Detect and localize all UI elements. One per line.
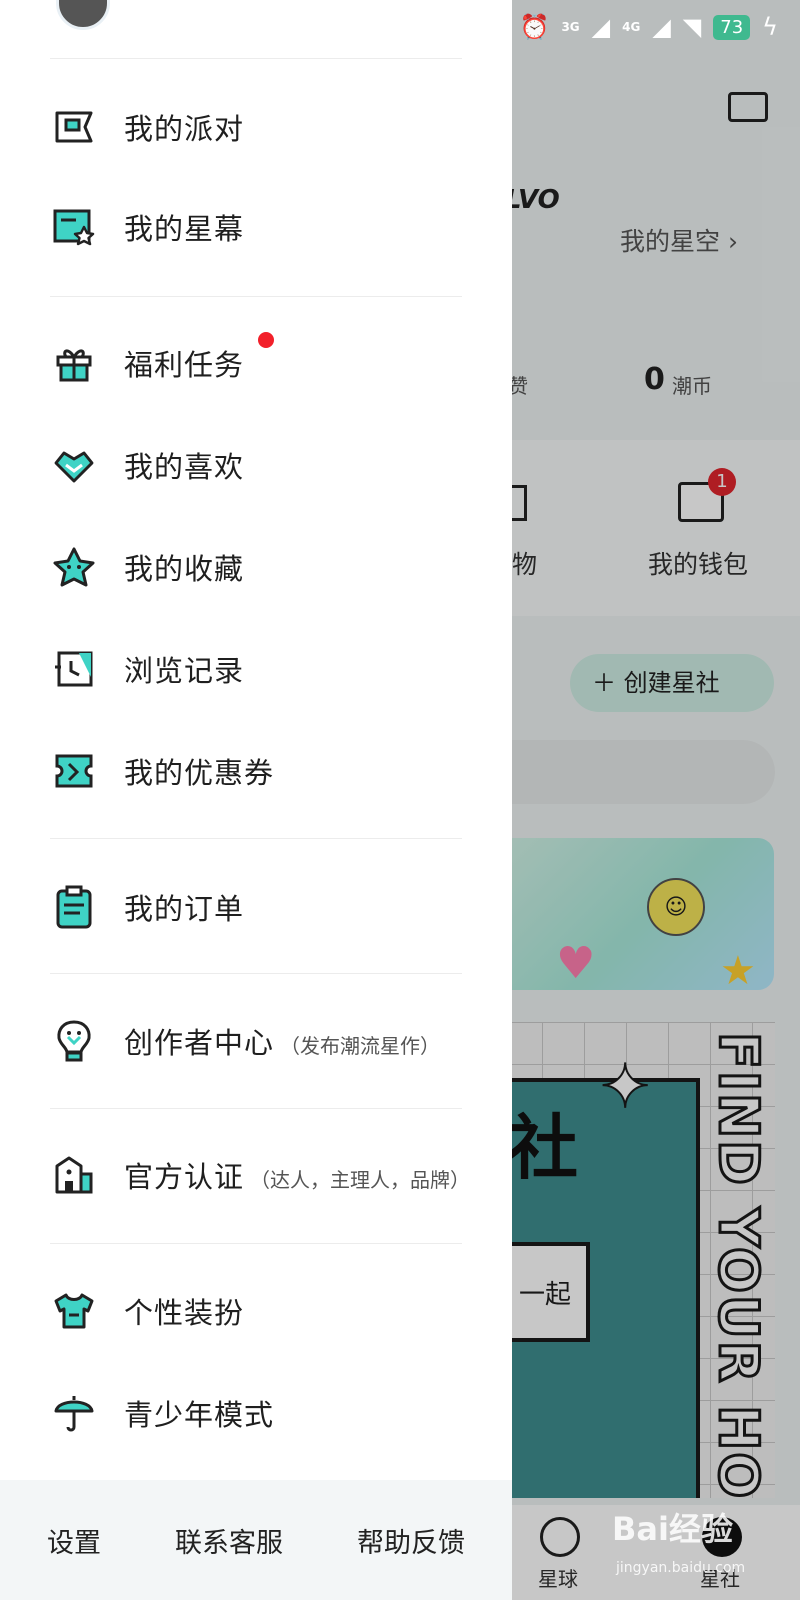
smiley-sticker-icon: ☺ [647, 878, 705, 936]
signal-3g-icon: ◢ [591, 13, 611, 41]
menu-item-label: 我的派对 [124, 112, 245, 146]
menu-item-welfare-tasks[interactable]: 福利任务 [0, 318, 512, 408]
menu-item-label: 官方认证 （达人，主理人，品牌） [124, 1154, 470, 1196]
menu-item-label: 青少年模式 [124, 1398, 275, 1432]
divider [50, 58, 462, 59]
wallet-label[interactable]: 我的钱包 [648, 545, 748, 581]
menu-item-label: 我的喜欢 [124, 450, 245, 484]
menu-item-my-favorites[interactable]: 我的收藏 [0, 522, 512, 612]
promo-banner[interactable]: ☺ ♥ ★ [480, 838, 774, 990]
poster-bubble: 一起 [500, 1242, 590, 1342]
menu-item-label: 浏览记录 [124, 654, 245, 688]
heart-sticker-icon: ♥ [556, 938, 596, 989]
menu-item-title: 官方认证 [124, 1160, 245, 1194]
clipboard-icon [50, 883, 98, 931]
menu-item-creator-center[interactable]: 创作者中心 （发布潮流星作） [0, 996, 512, 1086]
poster-vertical-text: FIND YOUR HO [706, 1031, 772, 1499]
tshirt-icon [50, 1287, 98, 1335]
party-ticket-icon [50, 103, 98, 151]
wifi-icon: ◥ [682, 13, 702, 41]
divider [50, 1243, 462, 1244]
menu-item-browse-history[interactable]: 浏览记录 [0, 624, 512, 714]
item-partial-label[interactable]: 物 [512, 545, 537, 581]
heart-icon [50, 441, 98, 489]
charging-icon: ϟ [762, 13, 778, 41]
menu-item-my-party[interactable]: 我的派对 [0, 82, 512, 172]
lightbulb-icon [50, 1017, 98, 1065]
watermark-url: jingyan.baidu.com [616, 1560, 746, 1576]
planet-tab-icon[interactable] [540, 1517, 580, 1557]
find-your-home-poster[interactable]: ✦ 社 一起 FIND YOUR HO [500, 1022, 775, 1498]
poster-title: 社 [508, 1107, 578, 1189]
building-icon [50, 1151, 98, 1199]
wallet-card [480, 440, 800, 616]
menu-item-subtitle: （发布潮流星作） [280, 1034, 441, 1058]
menu-item-label: 我的星幕 [124, 212, 245, 246]
divider [50, 973, 462, 974]
umbrella-icon [50, 1389, 98, 1437]
network-4g-label: 4G [622, 20, 641, 34]
signal-4g-icon: ◢ [652, 13, 671, 41]
menu-item-label: 我的订单 [124, 892, 245, 926]
help-feedback-button[interactable]: 帮助反馈 [357, 1521, 465, 1560]
divider [50, 838, 462, 839]
divider [50, 296, 462, 297]
mail-icon[interactable] [728, 92, 768, 122]
alarm-icon: ⏰ [519, 13, 550, 41]
star-screen-icon [50, 203, 98, 251]
create-club-button[interactable]: ＋ 创建星社 [570, 654, 774, 712]
menu-item-my-orders[interactable]: 我的订单 [0, 862, 512, 952]
menu-item-subtitle: （达人，主理人，品牌） [250, 1168, 471, 1192]
avatar[interactable] [56, 0, 110, 30]
menu-item-my-likes[interactable]: 我的喜欢 [0, 420, 512, 510]
star-sky-link[interactable]: 我的星空 › [620, 222, 738, 258]
menu-item-my-coupons[interactable]: 我的优惠券 [0, 726, 512, 816]
logo-text: LVO [505, 185, 560, 215]
history-icon [50, 645, 98, 693]
coins-value: 0 [644, 362, 665, 397]
club-search-bar[interactable] [470, 740, 775, 804]
star-icon [50, 543, 98, 591]
side-drawer: 我的派对 我的星幕 福利任务 我的喜欢 我的收藏 浏览记录 我的优惠券 我的订单… [0, 0, 512, 1600]
menu-item-label: 个性装扮 [124, 1296, 245, 1330]
notification-dot [258, 332, 274, 348]
menu-item-my-star-screen[interactable]: 我的星幕 [0, 182, 512, 272]
gift-icon [50, 339, 98, 387]
battery-indicator: 73 [713, 14, 751, 40]
menu-item-label: 我的优惠券 [124, 756, 275, 790]
contact-service-button[interactable]: 联系客服 [175, 1521, 283, 1560]
wallet-badge: 1 [708, 468, 736, 496]
menu-item-teen-mode[interactable]: 青少年模式 [0, 1368, 512, 1458]
coupon-icon [50, 747, 98, 795]
coins-label: 潮币 [672, 374, 712, 398]
menu-item-label: 我的收藏 [124, 552, 245, 586]
status-bar: ǀ ⏰ 3G ◢ 4G ◢ ◥ 73 ϟ [500, 0, 800, 54]
network-3g-label: 3G [561, 20, 580, 34]
menu-item-personal-dressup[interactable]: 个性装扮 [0, 1266, 512, 1356]
drawer-footer: 设置 联系客服 帮助反馈 [0, 1480, 512, 1600]
divider [50, 1108, 462, 1109]
menu-item-label: 福利任务 [124, 348, 245, 382]
menu-item-title: 创作者中心 [124, 1026, 275, 1060]
menu-item-label: 创作者中心 （发布潮流星作） [124, 1020, 440, 1062]
settings-button[interactable]: 设置 [47, 1521, 101, 1560]
watermark-logo: Bai经验 [612, 1510, 733, 1548]
tab-planet[interactable]: 星球 [538, 1563, 578, 1592]
sparkle-icon: ✦ [599, 1051, 651, 1123]
menu-item-official-verification[interactable]: 官方认证 （达人，主理人，品牌） [0, 1130, 512, 1220]
star-sticker-icon: ★ [720, 948, 756, 990]
